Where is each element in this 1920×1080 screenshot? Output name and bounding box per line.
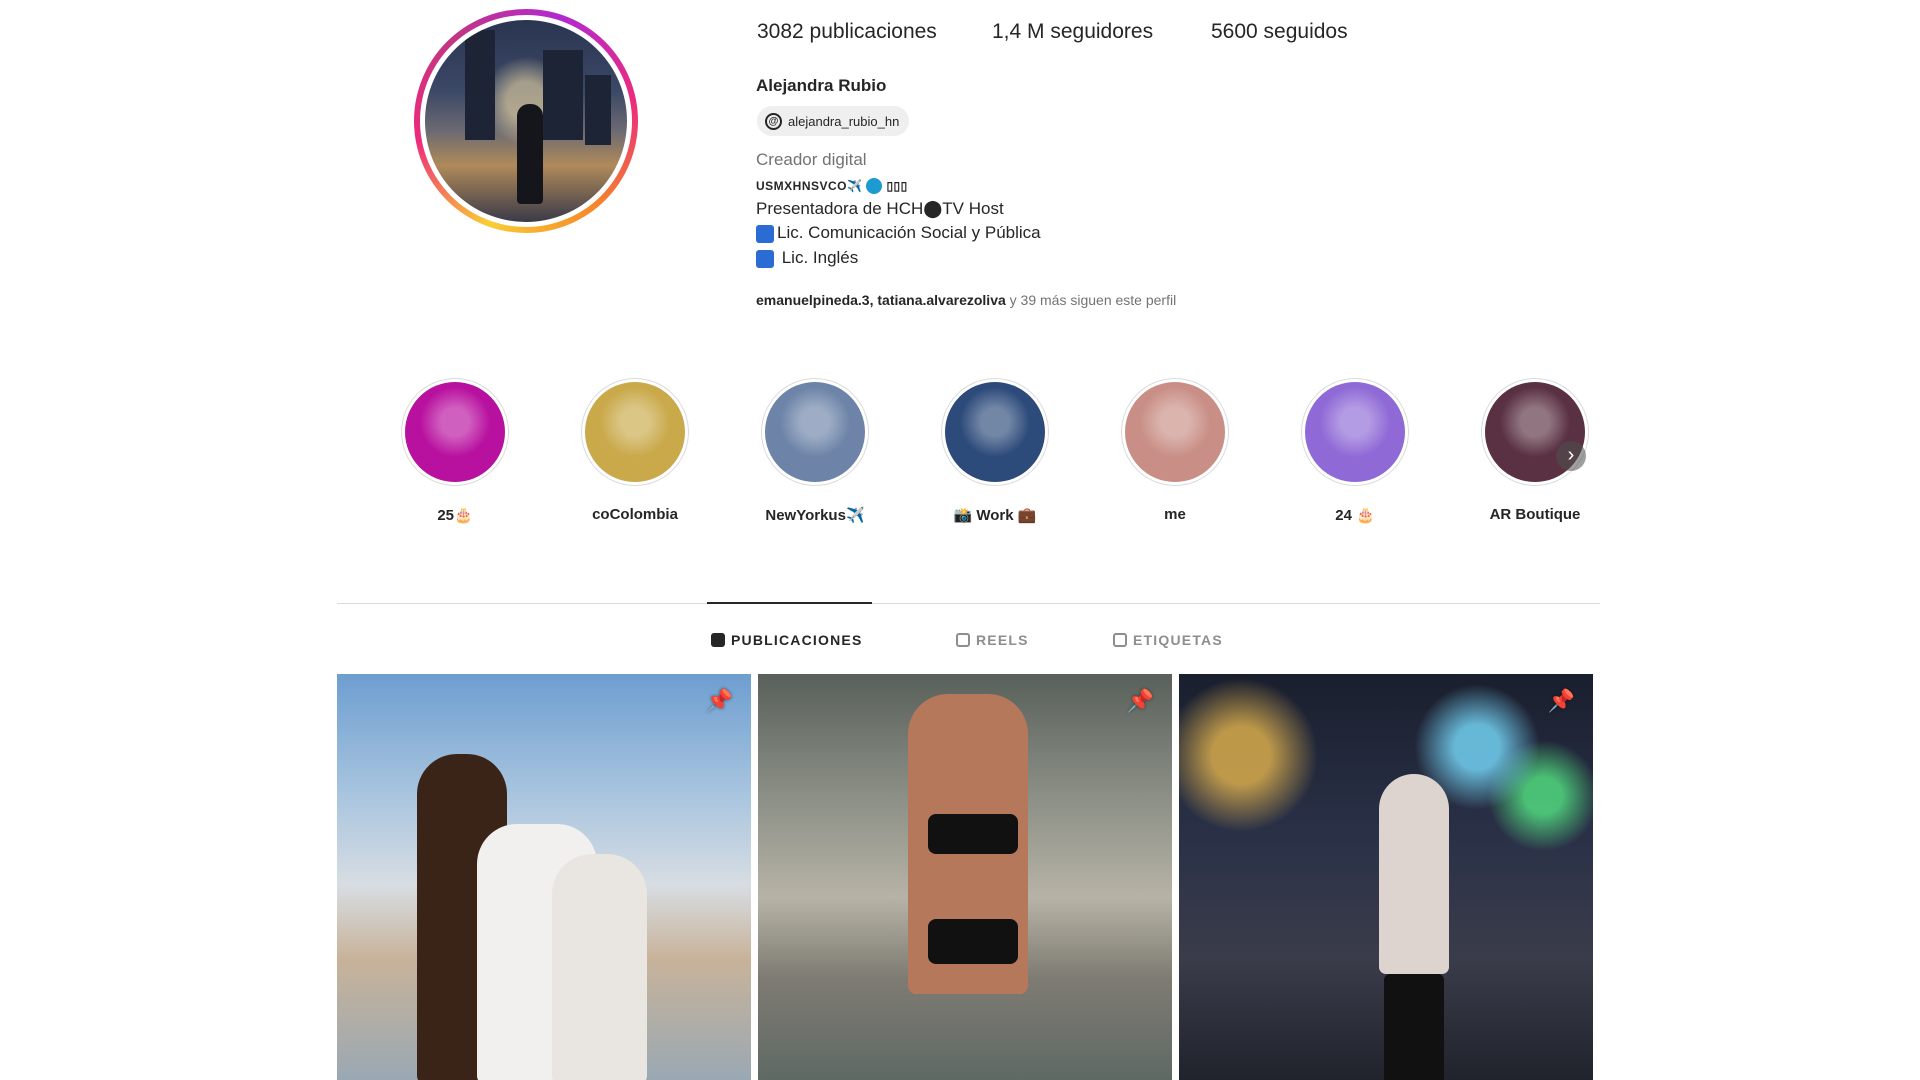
followed-by-names[interactable]: emanuelpineda.3, tatiana.alvarezoliva — [756, 292, 1006, 308]
highlight-label: NewYorkus✈️ — [765, 507, 865, 524]
tab-tagged-label: ETIQUETAS — [1133, 632, 1223, 648]
list-icon — [756, 249, 774, 268]
tabs-divider — [337, 603, 1600, 604]
bio-line-3: Lic. Comunicación Social y Pública — [756, 223, 1041, 243]
post-subject — [928, 919, 1018, 964]
threads-link[interactable]: @ alejandra_rubio_hn — [757, 106, 910, 136]
profile-category: Creador digital — [756, 150, 867, 169]
tab-reels-label: REELS — [976, 632, 1029, 648]
followed-by-suffix: y 39 más siguen este perfil — [1005, 292, 1177, 308]
highlight-label: 25🎂 — [437, 507, 473, 524]
post-thumbnail[interactable]: 📌 — [1179, 674, 1593, 1080]
highlight-ring — [1301, 378, 1409, 486]
followed-by[interactable]: emanuelpineda.3, tatiana.alvarezoliva y … — [756, 292, 1176, 308]
post-subject — [1384, 974, 1444, 1080]
stat-following[interactable]: 5600 seguidos — [1211, 20, 1348, 44]
bio-line-4: Lic. Inglés — [756, 248, 858, 268]
highlight-label: AR Boutique — [1489, 506, 1581, 523]
pin-icon: 📌 — [1547, 688, 1575, 713]
highlight-item[interactable]: 25🎂 — [385, 378, 525, 524]
highlight-cover — [945, 382, 1045, 482]
highlight-ring — [941, 378, 1049, 486]
grid-icon — [711, 633, 725, 647]
highlight-cover — [765, 382, 865, 482]
pin-icon: 📌 — [1126, 688, 1154, 713]
highlight-item[interactable]: me — [1105, 378, 1245, 523]
highlight-item[interactable]: NewYorkus✈️ — [745, 378, 885, 524]
highlight-ring — [1121, 378, 1229, 486]
tagged-icon — [1113, 633, 1127, 647]
highlight-label: me — [1164, 506, 1186, 523]
profile-name: Alejandra Rubio — [756, 76, 887, 95]
highlight-ring — [401, 378, 509, 486]
bio-line-2: Presentadora de HCH⬤TV Host — [756, 199, 1004, 218]
highlight-cover — [1125, 382, 1225, 482]
threads-icon: @ — [765, 112, 782, 130]
highlight-cover — [1305, 382, 1405, 482]
tab-posts-label: PUBLICACIONES — [731, 632, 863, 648]
bio-line-1: USMXHNSVCO✈️ ▯▯▯ — [756, 176, 908, 196]
tab-posts[interactable]: PUBLICACIONES — [711, 632, 863, 648]
pin-icon: 📌 — [705, 688, 733, 713]
bio-line-1-text: USMXHNSVCO✈️ — [756, 179, 863, 193]
avatar-border — [420, 15, 632, 227]
highlight-label: 📸 Work 💼 — [953, 507, 1037, 524]
bio-line-4-text: Lic. Inglés — [777, 248, 859, 267]
post-subject — [552, 854, 647, 1080]
tab-tagged[interactable]: ETIQUETAS — [1113, 632, 1223, 648]
bio-line-3-text: Lic. Comunicación Social y Pública — [777, 223, 1041, 242]
highlight-label: coColombia — [592, 506, 678, 523]
reels-icon — [956, 633, 970, 647]
tab-reels[interactable]: REELS — [956, 632, 1029, 648]
list-icon — [756, 224, 774, 243]
highlight-label: 24 🎂 — [1335, 507, 1375, 524]
stat-posts: 3082 publicaciones — [757, 20, 937, 43]
post-thumbnail[interactable]: 📌 — [758, 674, 1172, 1080]
highlight-cover — [405, 382, 505, 482]
post-thumbnail[interactable]: 📌 — [337, 674, 751, 1080]
post-subject — [928, 814, 1018, 854]
threads-handle: alejandra_rubio_hn — [788, 113, 900, 129]
highlight-item[interactable]: coColombia — [565, 378, 705, 523]
active-tab-indicator — [707, 602, 872, 604]
stat-followers[interactable]: 1,4 M seguidores — [992, 20, 1153, 44]
bio-line-1-suffix: ▯▯▯ — [886, 179, 908, 193]
highlight-ring — [761, 378, 869, 486]
avatar-photo — [425, 20, 627, 222]
highlight-cover — [585, 382, 685, 482]
highlight-item[interactable]: 24 🎂 — [1285, 378, 1425, 524]
profile-avatar[interactable] — [414, 9, 638, 233]
highlight-ring — [581, 378, 689, 486]
post-subject — [1379, 774, 1449, 974]
chevron-right-icon[interactable]: › — [1556, 441, 1586, 471]
highlight-item[interactable]: 📸 Work 💼 — [925, 378, 1065, 524]
globe-icon — [866, 178, 883, 194]
